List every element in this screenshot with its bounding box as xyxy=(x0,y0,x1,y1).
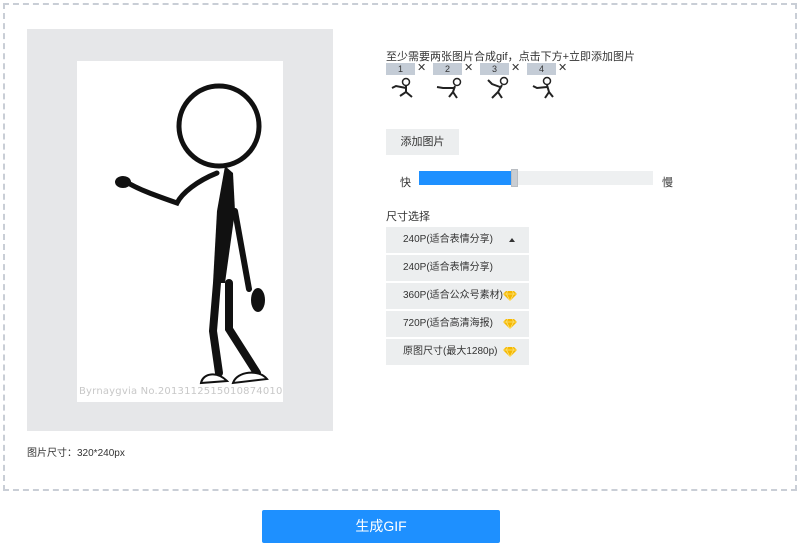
thumbnail-index: 3 xyxy=(480,63,509,75)
speed-fast-label: 快 xyxy=(400,177,411,189)
size-option-720p[interactable]: 720P(适合高清海报) xyxy=(386,311,529,337)
size-option-label: 360P(适合公众号素材) xyxy=(403,290,504,301)
size-selected-value: 240P(适合表情分享) xyxy=(403,234,494,245)
generate-gif-button[interactable]: 生成GIF xyxy=(262,510,500,543)
size-dropdown: 240P(适合表情分享) 240P(适合表情分享) 360P(适合公众号素材) … xyxy=(386,227,529,367)
diamond-icon xyxy=(503,347,517,357)
thumbnail-image xyxy=(433,76,466,100)
size-select-label: 尺寸选择 xyxy=(386,211,430,223)
thumbnail-index: 4 xyxy=(527,63,556,75)
size-option-label: 720P(适合高清海报) xyxy=(403,318,494,329)
thumbnail-item[interactable]: 4 ✕ xyxy=(527,62,569,103)
close-icon[interactable]: ✕ xyxy=(417,62,426,74)
close-icon[interactable]: ✕ xyxy=(558,62,567,74)
thumbnail-item[interactable]: 3 ✕ xyxy=(480,62,522,103)
size-options-list: 240P(适合表情分享) 360P(适合公众号素材) 720P(适合高清海报) … xyxy=(386,255,529,365)
size-option-label: 原图尺寸(最大1280p) xyxy=(403,346,498,357)
thumbnail-image xyxy=(527,76,560,100)
speed-slider-handle[interactable] xyxy=(511,169,518,187)
diamond-icon xyxy=(503,319,517,329)
speed-slider[interactable] xyxy=(419,169,653,187)
thumbnail-item[interactable]: 1 ✕ xyxy=(386,62,428,103)
thumbnail-item[interactable]: 2 ✕ xyxy=(433,62,475,103)
thumbnail-index: 2 xyxy=(433,63,462,75)
image-size-text: 图片尺寸：320*240px xyxy=(27,448,125,459)
caret-up-icon xyxy=(509,238,515,242)
thumbnail-index: 1 xyxy=(386,63,415,75)
speed-slider-fill xyxy=(419,171,513,185)
preview-frame: Byrnaygvia No.20131125150108740100 xyxy=(77,61,283,402)
diamond-icon xyxy=(503,291,517,301)
thumbnail-image xyxy=(386,76,419,100)
close-icon[interactable]: ✕ xyxy=(464,62,473,74)
close-icon[interactable]: ✕ xyxy=(511,62,520,74)
size-option-240p[interactable]: 240P(适合表情分享) xyxy=(386,255,529,281)
speed-slow-label: 慢 xyxy=(662,177,673,189)
add-image-button[interactable]: 添加图片 xyxy=(386,129,459,155)
size-option-360p[interactable]: 360P(适合公众号素材) xyxy=(386,283,529,309)
thumbnail-image xyxy=(480,76,513,100)
size-option-label: 240P(适合表情分享) xyxy=(403,262,494,273)
preview-watermark: Byrnaygvia No.20131125150108740100 xyxy=(79,386,283,397)
gif-preview-area: Byrnaygvia No.20131125150108740100 xyxy=(27,29,333,431)
size-dropdown-toggle[interactable]: 240P(适合表情分享) xyxy=(386,227,529,253)
size-option-original[interactable]: 原图尺寸(最大1280p) xyxy=(386,339,529,365)
stick-figure-image xyxy=(115,83,269,385)
